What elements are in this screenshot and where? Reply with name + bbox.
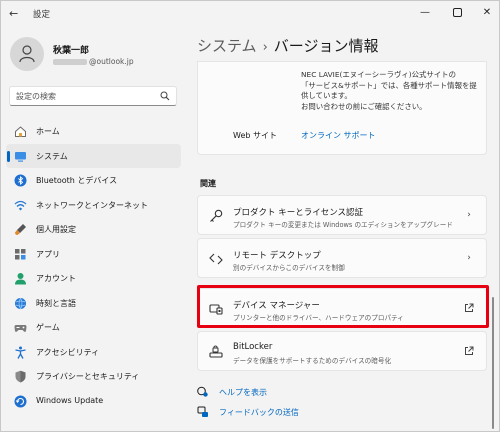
feedback-link-label: フィードバックの送信: [219, 408, 299, 417]
row-title: デバイス マネージャー: [233, 301, 320, 311]
open-external-icon: [465, 303, 474, 312]
scrollbar[interactable]: [492, 297, 494, 429]
online-support-link[interactable]: オンライン サポート: [301, 130, 376, 141]
chevron-right-icon: ›: [467, 253, 471, 263]
help-icon: [197, 386, 208, 397]
accessibility-icon: [15, 346, 26, 359]
help-link-label: ヘルプを表示: [219, 388, 267, 397]
title-bar: ← 設定 — ✕: [1, 1, 500, 29]
sidebar-item-apps[interactable]: アプリ: [6, 242, 181, 267]
search-input[interactable]: 設定の検索: [9, 86, 177, 106]
breadcrumb-parent[interactable]: システム: [197, 37, 257, 55]
settings-window: ← 設定 — ✕ 秋葉一郎 @outlook.jp 設定の検索 ホーム システム…: [0, 0, 500, 432]
open-external-icon: [465, 346, 474, 355]
sidebar-nav: ホーム システム Bluetooth とデバイス ネットワークとインターネット: [6, 119, 181, 413]
avatar[interactable]: [10, 37, 44, 71]
system-display-icon: [15, 151, 26, 162]
sidebar-item-system[interactable]: システム: [6, 143, 181, 168]
row-subtitle: 別のデバイスからこのデバイスを制御: [233, 264, 345, 272]
product-key-row[interactable]: プロダクト キーとライセンス認証 プロダクト キーの変更または Windows …: [197, 195, 487, 235]
search-placeholder: 設定の検索: [16, 92, 56, 101]
page-title: バージョン情報: [273, 37, 379, 55]
row-subtitle: データを保護をサポートするためのデバイスの暗号化: [233, 357, 392, 365]
email-suffix: @outlook.jp: [89, 57, 134, 66]
sidebar-item-label: アカウント: [36, 274, 76, 283]
sidebar-item-label: ホーム: [36, 127, 60, 136]
related-section-title: 関連: [200, 179, 216, 188]
feedback-icon: [197, 406, 208, 417]
support-text-line: 「サービス&サポート」では、各種サポート情報を提: [301, 80, 477, 90]
account-icon: [15, 273, 26, 285]
sidebar-item-personalization[interactable]: 個人用設定: [6, 217, 181, 242]
bluetooth-icon: [14, 174, 27, 187]
shield-icon: [15, 370, 26, 383]
support-info: NEC LAVIE(エヌイーシーラヴィ)公式サイトの 「サービス&サポート」では…: [301, 70, 481, 112]
main-content: NEC LAVIE(エヌイーシーラヴィ)公式サイトの 「サービス&サポート」では…: [197, 61, 487, 432]
app-title: 設定: [33, 10, 51, 20]
home-icon: [15, 126, 26, 137]
bitlocker-row[interactable]: BitLocker データを保護をサポートするためのデバイスの暗号化: [197, 331, 487, 371]
remote-desktop-row[interactable]: リモート デスクトップ 別のデバイスからこのデバイスを制御 ›: [197, 238, 487, 278]
website-label: Web サイト: [233, 131, 277, 140]
maximize-icon[interactable]: [445, 3, 469, 23]
user-email: @outlook.jp: [53, 57, 134, 66]
sidebar-item-label: 個人用設定: [36, 225, 76, 234]
globe-clock-icon: [15, 297, 26, 310]
sidebar-item-label: アクセシビリティ: [36, 347, 100, 357]
sidebar-item-bluetooth[interactable]: Bluetooth とデバイス: [6, 168, 181, 193]
sidebar-item-accounts[interactable]: アカウント: [6, 266, 181, 291]
sidebar-item-label: Windows Update: [36, 395, 104, 405]
wifi-icon: [14, 200, 27, 210]
device-manager-row[interactable]: デバイス マネージャー プリンターと他のドライバー、ハードウェアのプロパティ: [197, 288, 487, 328]
sidebar-item-label: ネットワークとインターネット: [36, 200, 148, 210]
sidebar-item-label: システム: [36, 151, 68, 161]
breadcrumb-separator: ›: [262, 40, 268, 55]
person-icon: [19, 45, 35, 63]
support-card: NEC LAVIE(エヌイーシーラヴィ)公式サイトの 「サービス&サポート」では…: [197, 61, 487, 155]
support-text-line: お問い合わせの前にご確認ください。: [301, 101, 427, 111]
search-icon: [160, 91, 170, 101]
key-icon: [210, 209, 223, 222]
redacted-email-part: [53, 59, 87, 65]
row-title: プロダクト キーとライセンス認証: [233, 208, 364, 218]
row-subtitle: プロダクト キーの変更または Windows のエディションをアップグレード: [233, 221, 453, 229]
user-name: 秋葉一郎: [53, 46, 90, 56]
sidebar-item-label: Bluetooth とデバイス: [36, 176, 118, 185]
support-text-line: NEC LAVIE(エヌイーシーラヴィ)公式サイトの: [301, 70, 456, 79]
sidebar-item-windows-update[interactable]: Windows Update: [6, 389, 181, 414]
minimize-icon[interactable]: —: [413, 3, 437, 23]
brush-icon: [15, 224, 26, 235]
device-manager-icon: [209, 304, 223, 315]
row-title: BitLocker: [233, 342, 273, 352]
sidebar-item-home[interactable]: ホーム: [6, 119, 181, 144]
row-title: リモート デスクトップ: [233, 251, 321, 261]
sidebar-item-accessibility[interactable]: アクセシビリティ: [6, 340, 181, 365]
back-arrow-icon[interactable]: ←: [9, 7, 23, 21]
breadcrumb: システム › バージョン情報: [197, 35, 378, 56]
sidebar-item-label: アプリ: [36, 249, 60, 259]
gamepad-icon: [14, 325, 27, 332]
update-icon: [14, 395, 27, 407]
apps-icon: [15, 248, 26, 259]
sidebar-item-privacy[interactable]: プライバシーとセキュリティ: [6, 364, 181, 389]
remote-desktop-icon: [209, 253, 223, 265]
chevron-right-icon: ›: [467, 210, 471, 220]
sidebar-item-network[interactable]: ネットワークとインターネット: [6, 193, 181, 218]
sidebar-item-gaming[interactable]: ゲーム: [6, 315, 181, 340]
sidebar-item-label: プライバシーとセキュリティ: [36, 372, 140, 381]
sidebar-item-label: ゲーム: [36, 323, 60, 332]
row-subtitle: プリンターと他のドライバー、ハードウェアのプロパティ: [233, 314, 404, 322]
close-icon[interactable]: ✕: [475, 3, 499, 23]
bitlocker-icon: [209, 345, 223, 358]
sidebar-item-time-language[interactable]: 時刻と言語: [6, 291, 181, 316]
support-text-line: 供しています。: [301, 91, 352, 101]
sidebar-item-label: 時刻と言語: [36, 298, 76, 308]
